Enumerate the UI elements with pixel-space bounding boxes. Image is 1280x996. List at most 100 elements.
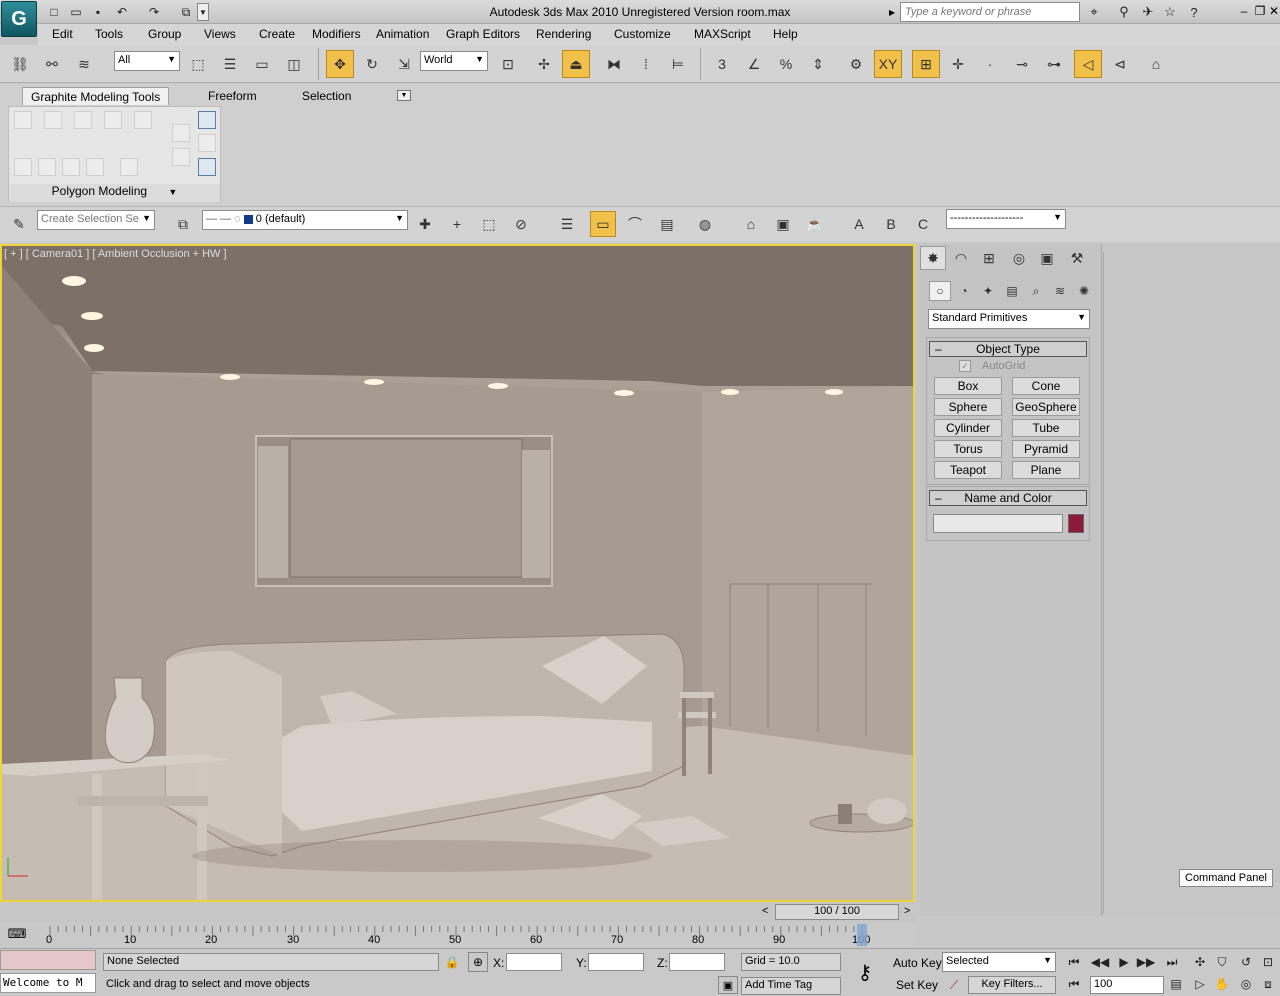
zoom-extents-icon[interactable]: ⛉ — [1212, 953, 1232, 971]
subobject-sun-icon[interactable] — [120, 158, 138, 176]
display-tab-icon[interactable]: ▣ — [1034, 246, 1060, 270]
pyramid-button[interactable]: Pyramid — [1012, 440, 1080, 458]
array-icon[interactable]: ⁞ — [632, 50, 660, 78]
reference-coordinate-select[interactable]: World ▼ — [420, 51, 488, 71]
current-frame-input[interactable]: 100 — [1090, 976, 1164, 994]
rectangular-selection-icon[interactable]: ▭ — [248, 50, 276, 78]
edge-icon[interactable] — [44, 111, 62, 129]
time-configuration-icon[interactable]: ▤ — [1166, 975, 1186, 993]
default-tangent-icon[interactable]: ⟋ — [944, 976, 964, 994]
menu-graph-editors[interactable]: Graph Editors — [446, 27, 520, 41]
key-mode-toggle-icon[interactable]: ⏮ — [1064, 975, 1084, 993]
next-frame-arrow[interactable]: > — [904, 905, 910, 917]
subscription-icon[interactable]: ⚲ — [1114, 3, 1134, 21]
current-frame-marker[interactable] — [857, 924, 867, 946]
auto-key-button[interactable]: Auto Key — [893, 956, 942, 970]
search-input[interactable]: Type a keyword or phrase — [900, 2, 1080, 22]
curve-editor-icon[interactable]: ◁ — [1074, 50, 1102, 78]
binoculars-icon[interactable]: ⌖ — [1084, 3, 1104, 21]
teapot-a-icon[interactable]: A — [846, 211, 872, 237]
mini-curve-editor-icon[interactable]: ⌨ — [6, 924, 28, 944]
show-end-result-icon[interactable] — [198, 111, 216, 129]
systems-icon[interactable]: ✺ — [1073, 281, 1095, 301]
menu-rendering[interactable]: Rendering — [536, 27, 591, 41]
viewport-label[interactable]: [ + ] [ Camera01 ] [ Ambient Occlusion +… — [4, 248, 227, 260]
hierarchy-tab-icon[interactable]: ⊞ — [976, 246, 1002, 270]
maximize-viewport-icon[interactable]: ⊡ — [1258, 953, 1278, 971]
use-soft-selection-icon[interactable] — [62, 158, 80, 176]
previous-frame-icon[interactable]: ◀◀ — [1090, 953, 1110, 971]
teapot-button[interactable]: Teapot — [934, 461, 1002, 479]
menu-tools[interactable]: Tools — [95, 27, 123, 41]
menu-customize[interactable]: Customize — [614, 27, 671, 41]
open-file-icon[interactable]: ▭ — [66, 3, 86, 21]
teapot-b-icon[interactable]: B — [878, 211, 904, 237]
communication-center-icon[interactable]: ✈ — [1138, 3, 1158, 21]
redo-icon[interactable]: ↷ — [144, 3, 164, 21]
pivot-center-icon[interactable]: ⊡ — [494, 50, 522, 78]
min-max-toggle-icon[interactable]: ⧈ — [1258, 975, 1278, 993]
element-icon[interactable] — [134, 111, 152, 129]
geosphere-button[interactable]: GeoSphere — [1012, 398, 1080, 416]
lock-icon[interactable]: 🔒 — [444, 953, 460, 971]
vertex-icon[interactable] — [14, 111, 32, 129]
space-warps-icon[interactable]: ≋ — [1049, 281, 1071, 301]
menu-group[interactable]: Group — [148, 27, 181, 41]
spinner-snap-icon[interactable]: ⇕ — [804, 50, 832, 78]
menu-create[interactable]: Create — [259, 27, 295, 41]
go-to-end-icon[interactable]: ⏭ — [1162, 953, 1182, 971]
help-icon[interactable]: ? — [1184, 3, 1204, 21]
render-production-icon[interactable]: ☕ — [802, 211, 828, 237]
select-objects-in-layer-icon[interactable]: ⬚ — [476, 211, 502, 237]
bind-space-warp-icon[interactable]: ≋ — [70, 50, 98, 78]
menu-edit[interactable]: Edit — [52, 27, 73, 41]
xy-plane-icon[interactable]: XY — [874, 50, 902, 78]
percent-snap-icon[interactable]: % — [772, 50, 800, 78]
new-file-icon[interactable]: □ — [44, 3, 64, 21]
set-key-button[interactable]: Set Key — [896, 978, 938, 992]
x-coordinate-input[interactable] — [506, 953, 562, 971]
menu-modifiers[interactable]: Modifiers — [312, 27, 361, 41]
key-mode-select[interactable]: Selected ▼ — [942, 952, 1056, 972]
time-slider-thumb[interactable]: 100 / 100 — [775, 904, 899, 920]
ribbon-options-icon[interactable]: ▼ — [397, 90, 411, 101]
absolute-mode-icon[interactable]: ⊕ — [468, 952, 488, 972]
create-tab-icon[interactable]: ✸ — [920, 246, 946, 270]
add-time-tag-button[interactable]: Add Time Tag — [741, 977, 841, 995]
unlink-icon[interactable]: ⚯ — [38, 50, 66, 78]
edit-named-selection-icon[interactable]: ⚙ — [842, 50, 870, 78]
layer-manager-icon[interactable]: ⧉ — [170, 211, 196, 237]
next-frame-icon[interactable]: ▶▶ — [1136, 953, 1156, 971]
pan-icon[interactable]: ✋ — [1212, 975, 1232, 993]
set-key-icon[interactable]: ⚷ — [850, 958, 880, 986]
prev-frame-arrow[interactable]: < — [762, 905, 768, 917]
window-crossing-icon[interactable]: ◫ — [280, 50, 308, 78]
menu-views[interactable]: Views — [204, 27, 236, 41]
mirror-icon[interactable]: ⧓ — [600, 50, 628, 78]
select-and-scale-icon[interactable]: ⇲ — [390, 50, 418, 78]
sphere-button[interactable]: Sphere — [934, 398, 1002, 416]
motion-tab-icon[interactable]: ◎ — [1006, 246, 1032, 270]
border-icon[interactable] — [74, 111, 92, 129]
curve-editor-open-icon[interactable]: ⌒ — [622, 211, 648, 237]
grid-snap-icon[interactable]: ⊞ — [912, 50, 940, 78]
object-type-rollout[interactable]: – Object Type — [929, 341, 1087, 357]
maxscript-listener-pink[interactable] — [0, 950, 96, 970]
tab-selection[interactable]: Selection — [294, 87, 359, 105]
toggle-command-panel-icon[interactable] — [198, 158, 216, 176]
angle-snap-icon[interactable]: ∠ — [740, 50, 768, 78]
key-filters-button[interactable]: Key Filters... — [968, 976, 1056, 994]
helpers-icon[interactable]: ⌕ — [1025, 281, 1047, 301]
maxscript-listener-input[interactable]: Welcome to M — [0, 973, 96, 993]
orbit-icon[interactable]: ↺ — [1236, 953, 1256, 971]
object-color-swatch[interactable] — [1068, 514, 1084, 533]
set-current-layer-icon[interactable]: ⊘ — [508, 211, 534, 237]
line-style-select[interactable]: -------------------- ▼ — [946, 209, 1066, 229]
search-expand-icon[interactable]: ▶ — [889, 3, 899, 21]
cylinder-button[interactable]: Cylinder — [934, 419, 1002, 437]
z-coordinate-input[interactable] — [669, 953, 725, 971]
pin-stack-icon[interactable] — [198, 134, 216, 152]
render-setup-icon[interactable]: ⌂ — [1142, 50, 1170, 78]
cone-button[interactable]: Cone — [1012, 377, 1080, 395]
current-layer-select[interactable]: — — ◌ 0 (default) ▼ — [202, 210, 408, 230]
